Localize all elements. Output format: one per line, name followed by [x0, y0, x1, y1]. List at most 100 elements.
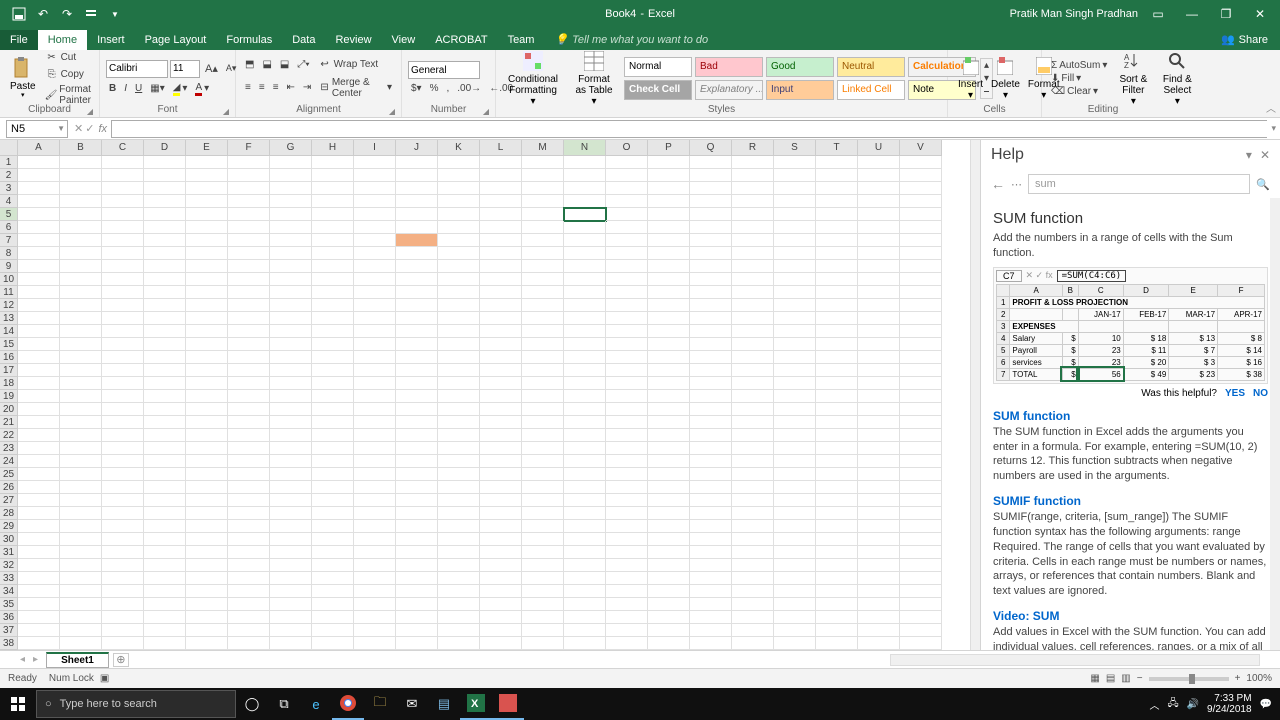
cell[interactable]	[564, 468, 606, 481]
cell[interactable]	[396, 598, 438, 611]
cell[interactable]	[816, 234, 858, 247]
cell[interactable]	[732, 403, 774, 416]
cell[interactable]	[228, 442, 270, 455]
cell[interactable]	[522, 416, 564, 429]
cell[interactable]	[144, 169, 186, 182]
cell[interactable]	[774, 585, 816, 598]
cell[interactable]	[900, 416, 942, 429]
cell[interactable]	[396, 286, 438, 299]
cell[interactable]	[690, 325, 732, 338]
cell[interactable]	[816, 429, 858, 442]
cell[interactable]	[816, 364, 858, 377]
cell[interactable]	[606, 273, 648, 286]
cell[interactable]	[816, 273, 858, 286]
cell[interactable]	[858, 546, 900, 559]
row-header[interactable]: 37	[0, 624, 18, 637]
cell[interactable]	[186, 442, 228, 455]
cell[interactable]	[564, 585, 606, 598]
cell[interactable]	[144, 182, 186, 195]
cell[interactable]	[396, 637, 438, 650]
cell[interactable]	[690, 195, 732, 208]
cell[interactable]	[144, 195, 186, 208]
cell[interactable]	[900, 546, 942, 559]
cell[interactable]	[900, 585, 942, 598]
cell[interactable]	[102, 195, 144, 208]
cell[interactable]	[690, 273, 732, 286]
cell[interactable]	[900, 598, 942, 611]
cell[interactable]	[18, 338, 60, 351]
cell[interactable]	[396, 325, 438, 338]
row-header[interactable]: 2	[0, 169, 18, 182]
cell[interactable]	[480, 598, 522, 611]
vertical-scrollbar[interactable]	[970, 140, 980, 650]
cell[interactable]	[564, 221, 606, 234]
helpful-yes[interactable]: YES	[1225, 388, 1245, 399]
cell[interactable]	[312, 572, 354, 585]
cell[interactable]	[312, 468, 354, 481]
formula-input[interactable]	[111, 120, 1267, 138]
fill-color-button[interactable]: ◢▾	[170, 81, 191, 97]
cell[interactable]	[900, 520, 942, 533]
cell[interactable]	[144, 286, 186, 299]
cell[interactable]	[18, 403, 60, 416]
cell[interactable]	[354, 299, 396, 312]
cell[interactable]	[354, 455, 396, 468]
cell[interactable]	[816, 442, 858, 455]
tray-volume-icon[interactable]: 🔊	[1187, 699, 1199, 710]
cell[interactable]	[732, 377, 774, 390]
cell[interactable]	[354, 377, 396, 390]
cell[interactable]	[606, 468, 648, 481]
cell[interactable]	[774, 351, 816, 364]
cell[interactable]	[564, 637, 606, 650]
cell[interactable]	[858, 468, 900, 481]
cell[interactable]	[354, 559, 396, 572]
cell[interactable]	[60, 416, 102, 429]
cell[interactable]	[102, 234, 144, 247]
cell[interactable]	[60, 637, 102, 650]
cell[interactable]	[606, 533, 648, 546]
cell[interactable]	[438, 520, 480, 533]
cell[interactable]	[396, 234, 438, 247]
cell[interactable]	[60, 533, 102, 546]
cell[interactable]	[648, 156, 690, 169]
cell[interactable]	[648, 169, 690, 182]
cell[interactable]	[228, 221, 270, 234]
cell[interactable]	[270, 299, 312, 312]
cell[interactable]	[60, 611, 102, 624]
cell[interactable]	[606, 208, 648, 221]
cell[interactable]	[228, 247, 270, 260]
cell[interactable]	[900, 429, 942, 442]
cell[interactable]	[102, 611, 144, 624]
cell[interactable]	[438, 299, 480, 312]
cell[interactable]	[648, 364, 690, 377]
cell[interactable]	[606, 507, 648, 520]
format-as-table-button[interactable]: Format as Table▾	[568, 48, 620, 109]
cell[interactable]	[18, 533, 60, 546]
cell[interactable]	[522, 546, 564, 559]
cell[interactable]	[354, 533, 396, 546]
cell[interactable]	[312, 247, 354, 260]
cell[interactable]	[606, 442, 648, 455]
cell[interactable]	[480, 364, 522, 377]
cell[interactable]	[144, 611, 186, 624]
cell[interactable]	[480, 221, 522, 234]
cell[interactable]	[690, 182, 732, 195]
cell[interactable]	[816, 559, 858, 572]
cell[interactable]	[186, 598, 228, 611]
row-header[interactable]: 23	[0, 442, 18, 455]
cell[interactable]	[732, 156, 774, 169]
cell[interactable]	[438, 455, 480, 468]
cell[interactable]	[228, 507, 270, 520]
cell[interactable]	[732, 208, 774, 221]
cell[interactable]	[732, 442, 774, 455]
cell[interactable]	[144, 260, 186, 273]
cell[interactable]	[690, 637, 732, 650]
cell[interactable]	[522, 468, 564, 481]
cell[interactable]	[858, 364, 900, 377]
cell[interactable]	[354, 481, 396, 494]
cell[interactable]	[564, 247, 606, 260]
style-explanatory[interactable]: Explanatory ...	[695, 80, 763, 100]
cell[interactable]	[690, 494, 732, 507]
cell[interactable]	[312, 598, 354, 611]
cell[interactable]	[18, 156, 60, 169]
